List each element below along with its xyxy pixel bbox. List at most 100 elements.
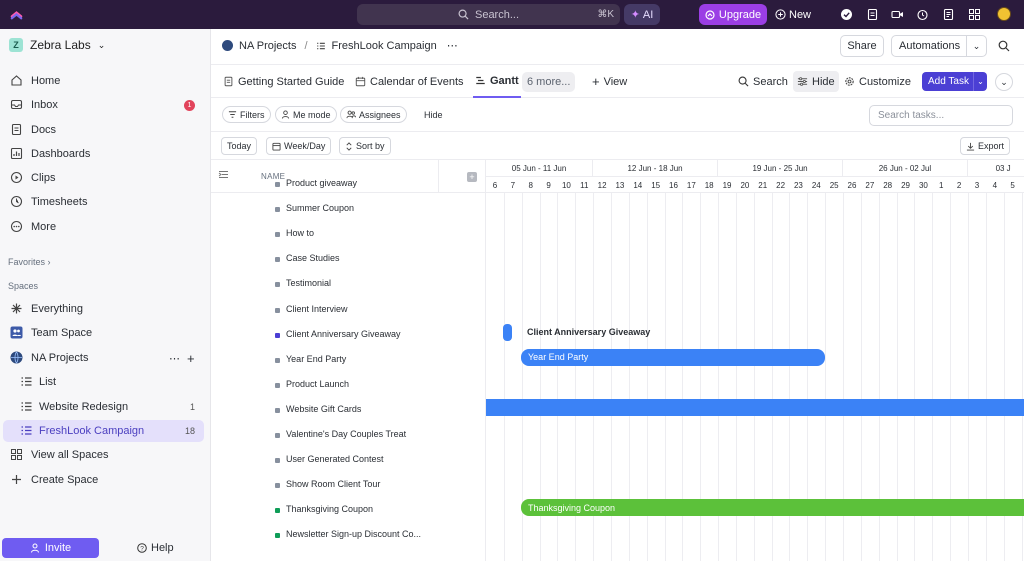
- task-name[interactable]: Year End Party: [286, 354, 346, 364]
- export-button[interactable]: Export: [960, 137, 1011, 155]
- breadcrumb-list[interactable]: FreshLook Campaign: [332, 40, 437, 52]
- task-row[interactable]: Testimonial: [211, 271, 485, 296]
- status-dot[interactable]: [275, 458, 280, 464]
- task-row[interactable]: Summer Coupon: [211, 196, 485, 221]
- space-everything[interactable]: Everything: [0, 298, 211, 320]
- breadcrumb-space[interactable]: NA Projects: [239, 40, 296, 52]
- task-row[interactable]: Case Studies: [211, 246, 485, 271]
- apps-grid-icon[interactable]: [968, 8, 981, 21]
- share-button[interactable]: Share: [840, 35, 884, 57]
- status-dot[interactable]: [275, 533, 280, 539]
- filters-button[interactable]: Filters: [222, 106, 271, 123]
- tab-getting-started-guide[interactable]: Getting Started Guide: [223, 65, 344, 98]
- task-name[interactable]: Client Anniversary Giveaway: [286, 329, 401, 339]
- help-button[interactable]: ? Help: [137, 542, 174, 554]
- task-name[interactable]: Valentine's Day Couples Treat: [286, 429, 406, 439]
- list-list[interactable]: List: [0, 371, 211, 393]
- task-name[interactable]: Newsletter Sign-up Discount Co...: [286, 529, 421, 539]
- status-dot[interactable]: [275, 332, 280, 338]
- add-view-button[interactable]: + View: [592, 65, 627, 98]
- space-team-space[interactable]: Team Space: [0, 322, 211, 344]
- chevron-down-icon[interactable]: ⌄: [966, 36, 986, 56]
- hide-filter-button[interactable]: Hide: [424, 110, 443, 120]
- document-icon[interactable]: [942, 8, 955, 21]
- list-freshlook-campaign[interactable]: FreshLook Campaign 18: [3, 420, 204, 442]
- status-dot[interactable]: [275, 483, 280, 489]
- status-dot[interactable]: [275, 257, 280, 263]
- ellipsis-icon[interactable]: ⋯: [447, 39, 458, 52]
- task-row[interactable]: Client Anniversary Giveaway: [211, 322, 485, 347]
- upgrade-button[interactable]: Upgrade: [699, 4, 767, 25]
- create-space[interactable]: Create Space: [0, 469, 211, 491]
- gantt-bar[interactable]: Thanksgiving Coupon: [521, 499, 1024, 517]
- task-name[interactable]: Product Launch: [286, 379, 349, 389]
- search-icon[interactable]: [998, 40, 1010, 52]
- status-dot[interactable]: [275, 508, 280, 514]
- nav-more[interactable]: More: [0, 216, 211, 238]
- gantt-bar[interactable]: [503, 323, 512, 341]
- automations-button[interactable]: Automations ⌄: [891, 35, 987, 57]
- plus-icon[interactable]: +: [187, 351, 195, 366]
- view-all-spaces[interactable]: View all Spaces: [0, 444, 211, 466]
- status-dot[interactable]: [275, 433, 280, 438]
- sort-by-button[interactable]: Sort by: [339, 137, 391, 155]
- task-name[interactable]: Testimonial: [286, 278, 331, 288]
- nav-inbox[interactable]: Inbox 1: [0, 94, 211, 116]
- view-search-button[interactable]: Search: [738, 65, 788, 98]
- nav-timesheets[interactable]: Timesheets: [0, 191, 211, 213]
- view-hide-button[interactable]: Hide: [793, 71, 839, 92]
- status-dot[interactable]: [275, 207, 280, 213]
- status-dot[interactable]: [275, 182, 280, 187]
- week-day-button[interactable]: Week/Day: [266, 137, 332, 155]
- user-avatar[interactable]: [997, 7, 1011, 21]
- status-dot[interactable]: [275, 307, 280, 313]
- task-row[interactable]: Show Room Client Tour: [211, 472, 485, 497]
- task-row[interactable]: User Generated Contest: [211, 447, 485, 472]
- task-row[interactable]: Website Gift Cards: [211, 397, 485, 422]
- collapse-chevron-icon[interactable]: ⌄: [995, 73, 1013, 91]
- task-name[interactable]: Summer Coupon: [286, 203, 354, 213]
- task-name[interactable]: User Generated Contest: [286, 454, 384, 464]
- chevron-down-icon[interactable]: ⌄: [973, 72, 987, 91]
- task-name[interactable]: Client Interview: [286, 304, 348, 314]
- task-name[interactable]: Product giveaway: [286, 178, 357, 188]
- status-dot[interactable]: [275, 282, 280, 288]
- alarm-icon[interactable]: [916, 8, 929, 21]
- task-name[interactable]: Thanksgiving Coupon: [286, 504, 373, 514]
- task-row[interactable]: Product giveaway: [211, 171, 485, 196]
- search-tasks-input[interactable]: Search tasks...: [869, 105, 1013, 126]
- task-row[interactable]: How to: [211, 221, 485, 246]
- me-mode-button[interactable]: Me mode: [275, 106, 337, 123]
- status-dot[interactable]: [275, 407, 280, 413]
- video-icon[interactable]: [891, 8, 904, 21]
- tab-gantt[interactable]: Gantt: [473, 65, 521, 98]
- tab-more-views[interactable]: 6 more...: [522, 72, 576, 92]
- ai-button[interactable]: ✦ AI: [624, 4, 660, 25]
- notepad-icon[interactable]: [866, 8, 879, 21]
- status-dot[interactable]: [275, 382, 280, 388]
- gantt-bar[interactable]: [486, 398, 1024, 416]
- task-row[interactable]: Year End Party: [211, 347, 485, 372]
- task-name[interactable]: Show Room Client Tour: [286, 479, 380, 489]
- add-task-button[interactable]: Add Task ⌄: [922, 72, 987, 91]
- task-row[interactable]: Client Interview: [211, 297, 485, 322]
- ellipsis-icon[interactable]: ⋯: [169, 352, 180, 365]
- list-website-redesign[interactable]: Website Redesign 1: [0, 396, 211, 418]
- new-button[interactable]: New: [775, 4, 821, 25]
- nav-home[interactable]: Home: [0, 70, 211, 92]
- favorites-header[interactable]: Favorites ›: [8, 257, 51, 267]
- task-row[interactable]: Product Launch: [211, 372, 485, 397]
- nav-dashboards[interactable]: Dashboards: [0, 143, 211, 165]
- space-na-projects[interactable]: NA Projects ⋯ +: [0, 347, 211, 369]
- clickup-logo-icon[interactable]: [9, 7, 24, 22]
- task-name[interactable]: Website Gift Cards: [286, 404, 361, 414]
- assignees-button[interactable]: Assignees: [340, 106, 407, 123]
- task-name[interactable]: How to: [286, 228, 314, 238]
- task-row[interactable]: Newsletter Sign-up Discount Co...: [211, 522, 485, 547]
- global-search-bar[interactable]: Search... ⌘K: [357, 4, 620, 25]
- status-dot[interactable]: [275, 232, 280, 238]
- nav-docs[interactable]: Docs: [0, 119, 211, 141]
- invite-button[interactable]: Invite: [2, 538, 99, 558]
- nav-clips[interactable]: Clips: [0, 167, 211, 189]
- task-row[interactable]: Valentine's Day Couples Treat: [211, 422, 485, 447]
